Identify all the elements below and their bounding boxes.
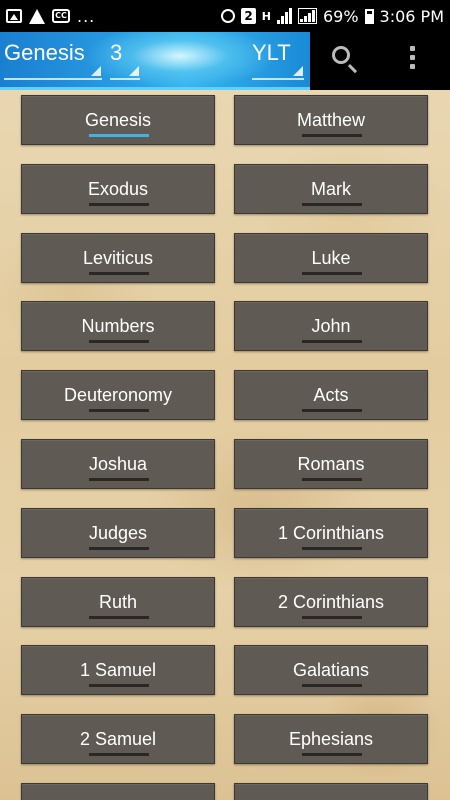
dropdown-triangle-icon [129, 66, 139, 76]
book-label: 2 Corinthians [277, 591, 385, 612]
overflow-menu-icon[interactable] [410, 46, 416, 73]
book-button-joshua[interactable]: Joshua [21, 439, 215, 489]
book-label: Exodus [87, 178, 149, 199]
signal-icon [276, 8, 292, 24]
status-bar: CC ... 2 H 69% 3:06 PM [0, 0, 450, 32]
book-underline [89, 753, 149, 757]
book-label: 2 Samuel [79, 729, 157, 750]
book-underline [89, 134, 149, 137]
book-label: John [311, 316, 351, 337]
book-underline [89, 271, 149, 275]
book-label: Ephesians [288, 729, 374, 750]
cc-icon: CC [52, 9, 70, 23]
book-button-exodus[interactable]: Exodus [21, 163, 215, 214]
signal-icon-2 [297, 8, 317, 24]
book-underline [89, 478, 149, 481]
book-underline [89, 546, 149, 550]
book-label: 1 Samuel [79, 660, 157, 681]
book-label: Judges [88, 522, 148, 543]
chapter-selector-label: 3 [110, 40, 123, 65]
network-type: H [261, 9, 271, 23]
book-underline [302, 340, 362, 344]
book-button-acts[interactable]: Acts [234, 370, 428, 421]
book-button-deuteronomy[interactable]: Deuteronomy [21, 370, 215, 421]
book-button-2-samuel[interactable]: 2 Samuel [21, 714, 215, 765]
book-label: Joshua [88, 454, 148, 474]
book-underline [89, 615, 149, 619]
book-button-1-samuel[interactable]: 1 Samuel [21, 645, 215, 696]
dropdown-triangle-icon [91, 66, 101, 76]
book-button-romans[interactable]: Romans [234, 439, 428, 489]
book-underline [89, 409, 149, 413]
search-icon[interactable] [332, 46, 350, 64]
book-underline [89, 202, 149, 206]
book-button-next[interactable] [21, 783, 215, 800]
book-label: Ruth [98, 591, 138, 612]
book-label: Genesis [84, 110, 152, 130]
book-button-ruth[interactable]: Ruth [21, 576, 215, 627]
book-label: Acts [313, 385, 349, 406]
book-button-ephesians[interactable]: Ephesians [234, 714, 428, 765]
battery-icon [364, 8, 374, 24]
sim-badge: 2 [241, 8, 256, 24]
book-underline [302, 615, 362, 619]
book-underline [302, 202, 362, 206]
book-button-leviticus[interactable]: Leviticus [21, 232, 215, 283]
book-underline [302, 753, 362, 757]
book-button-2-corinthians[interactable]: 2 Corinthians [234, 576, 428, 627]
book-label: Galatians [292, 660, 370, 681]
book-button-galatians[interactable]: Galatians [234, 645, 428, 696]
book-button-1-corinthians[interactable]: 1 Corinthians [234, 507, 428, 558]
book-underline [302, 684, 362, 688]
book-label: Deuteronomy [63, 385, 173, 406]
more-notifications: ... [77, 6, 96, 26]
alarm-icon [221, 9, 236, 23]
book-label: Mark [311, 178, 351, 199]
book-selector[interactable]: Genesis [4, 38, 102, 80]
book-button-next[interactable] [234, 783, 428, 800]
book-list[interactable]: Genesis Matthew Exodus Mark Leviticus Luke Num… [0, 90, 450, 800]
book-underline [302, 134, 362, 137]
book-button-john[interactable]: John [234, 301, 428, 352]
book-selector-label: Genesis [4, 40, 85, 65]
book-button-luke[interactable]: Luke [234, 232, 428, 283]
version-selector-label: YLT [252, 40, 291, 65]
book-button-numbers[interactable]: Numbers [21, 301, 215, 352]
chapter-selector[interactable]: 3 [110, 38, 140, 80]
book-label: Romans [297, 454, 365, 474]
battery-percent: 69% [322, 6, 359, 26]
book-label: Luke [311, 247, 351, 268]
image-notification-icon [6, 9, 22, 23]
book-button-genesis[interactable]: Genesis [21, 95, 215, 145]
book-underline [89, 684, 149, 688]
book-button-matthew[interactable]: Matthew [234, 95, 428, 145]
book-underline [302, 478, 362, 481]
book-label: Matthew [296, 110, 366, 130]
book-underline [302, 271, 362, 275]
book-underline [89, 340, 149, 344]
book-button-judges[interactable]: Judges [21, 507, 215, 558]
book-underline [302, 546, 362, 550]
version-selector[interactable]: YLT [252, 38, 304, 80]
clock: 3:06 PM [379, 6, 444, 26]
warning-icon [29, 8, 45, 24]
dropdown-triangle-icon [293, 66, 303, 76]
app-toolbar: Genesis 3 YLT [0, 32, 450, 90]
book-label: Leviticus [82, 247, 154, 268]
book-label: Numbers [81, 316, 155, 337]
book-underline [302, 409, 362, 413]
book-button-mark[interactable]: Mark [234, 163, 428, 214]
book-label: 1 Corinthians [277, 522, 385, 543]
